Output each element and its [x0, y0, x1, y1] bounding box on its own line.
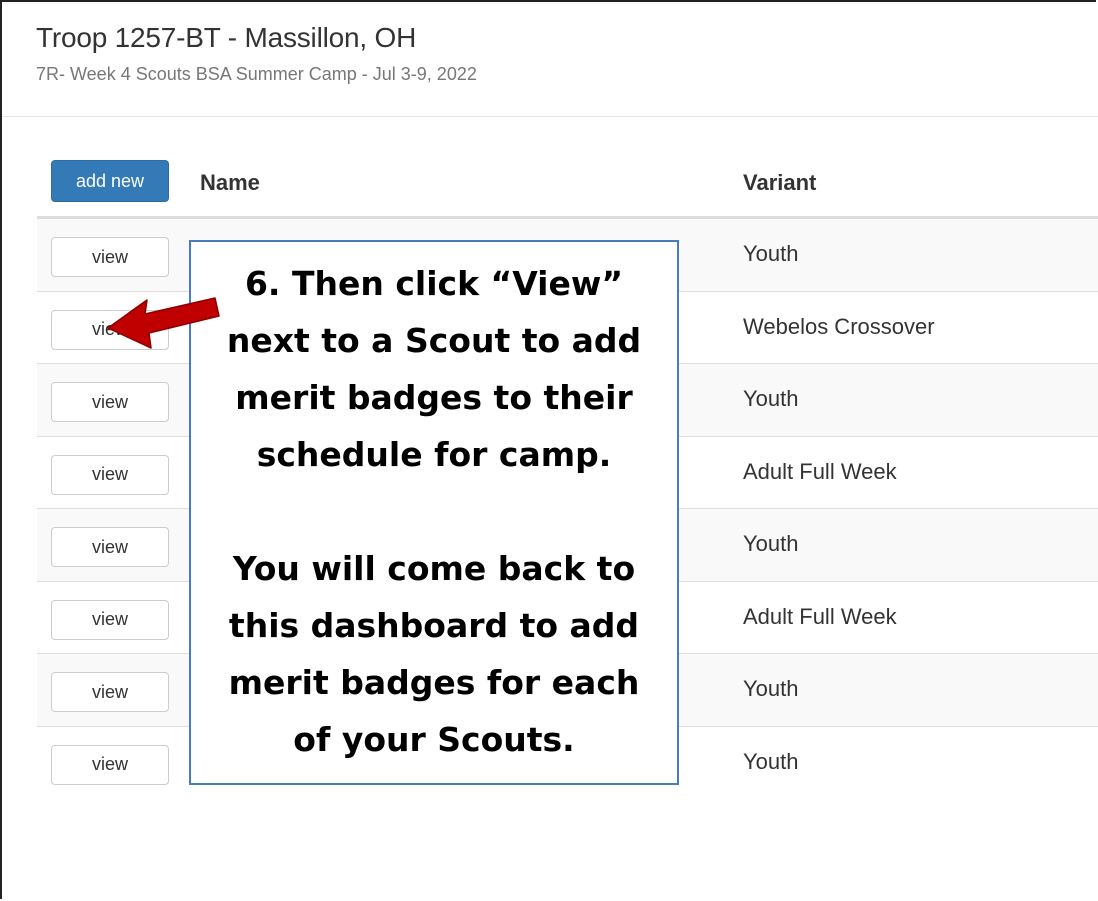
view-button[interactable]: view: [51, 527, 169, 567]
callout-step-text: 6. Then click “View” next to a Scout to a…: [191, 255, 677, 483]
variant-cell: Webelos Crossover: [743, 313, 935, 339]
callout-line: schedule for camp.: [256, 435, 612, 474]
callout-gap: [191, 483, 677, 540]
variant-cell: Youth: [743, 386, 799, 411]
variant-cell: Youth: [743, 531, 799, 556]
variant-cell: Youth: [743, 748, 799, 774]
callout-line: You will come back to: [232, 549, 636, 588]
variant-cell: Youth: [743, 241, 799, 266]
page-header: Troop 1257-BT - Massillon, OH 7R- Week 4…: [36, 22, 477, 85]
page-subtitle: 7R- Week 4 Scouts BSA Summer Camp - Jul …: [36, 64, 477, 84]
view-button[interactable]: view: [51, 382, 169, 422]
column-header-name: Name: [200, 170, 260, 195]
variant-cell: Adult Full Week: [743, 458, 897, 484]
red-arrow-icon: [107, 297, 220, 349]
view-button[interactable]: view: [51, 599, 169, 640]
view-button[interactable]: view: [51, 744, 169, 785]
page-title: Troop 1257-BT - Massillon, OH: [36, 22, 417, 53]
callout-line: merit badges for each: [228, 663, 640, 702]
view-button[interactable]: view: [51, 672, 169, 712]
callout-line: of your Scouts.: [293, 720, 575, 759]
header-divider: [2, 116, 1098, 117]
callout-line: next to a Scout to add: [226, 321, 642, 360]
table-header: add new Name Variant: [37, 146, 1098, 218]
column-header-variant: Variant: [743, 170, 817, 195]
callout-line: this dashboard to add: [228, 606, 640, 645]
variant-cell: Adult Full Week: [743, 603, 897, 629]
view-button[interactable]: view: [51, 454, 169, 495]
callout-note-text: You will come back to this dashboard to a…: [191, 540, 677, 768]
view-button[interactable]: view: [51, 237, 169, 277]
add-new-button[interactable]: add new: [51, 160, 169, 202]
callout-line: 6. Then click “View”: [244, 264, 624, 303]
instruction-callout: 6. Then click “View” next to a Scout to a…: [189, 240, 679, 785]
callout-line: merit badges to their: [235, 378, 633, 417]
variant-cell: Youth: [743, 676, 799, 701]
